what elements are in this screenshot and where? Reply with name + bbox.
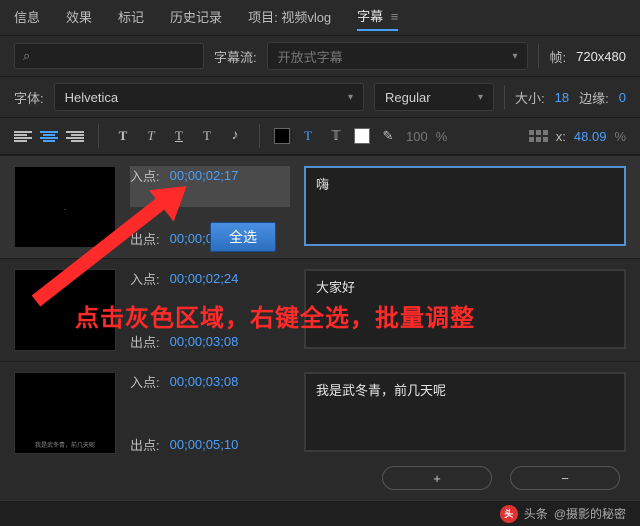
chevron-down-icon: ▾	[348, 92, 353, 103]
caption-text-input[interactable]: 我是武冬青，前几天呢	[304, 372, 626, 452]
search-icon: ⌕	[23, 48, 30, 64]
frame-label: 帧:	[549, 47, 566, 66]
style-group: T T T T ♪	[113, 126, 245, 146]
tab-history[interactable]: 历史记录	[170, 7, 222, 30]
text-color-icon[interactable]: T	[298, 126, 318, 146]
font-size-label: 大小:	[515, 88, 545, 107]
in-value[interactable]: 00;00;02;24	[170, 271, 239, 286]
attribution-footer: 头 头条 @摄影的秘密	[0, 500, 640, 526]
out-label: 出点:	[130, 435, 160, 454]
divider	[259, 124, 260, 148]
align-left-icon[interactable]	[14, 130, 32, 143]
tab-captions[interactable]: 字幕 ≡	[357, 6, 398, 31]
align-right-icon[interactable]	[66, 130, 84, 143]
align-group	[14, 130, 84, 143]
x-value[interactable]: 48.09	[574, 129, 607, 144]
outline-text-icon[interactable]: T	[197, 126, 217, 146]
chevron-down-icon: ▾	[478, 92, 483, 103]
font-family-dropdown[interactable]: Helvetica ▾	[54, 83, 364, 111]
tab-effects[interactable]: 效果	[66, 7, 92, 30]
search-input[interactable]: ⌕	[14, 43, 204, 69]
toutiao-logo-icon: 头	[500, 505, 518, 523]
out-label: 出点:	[130, 229, 160, 248]
anchor-grid-icon[interactable]	[529, 130, 548, 142]
panel-tabs: 信息 效果 标记 历史记录 项目: 视频vlog 字幕 ≡	[0, 0, 640, 36]
in-label: 入点:	[130, 372, 160, 391]
bottom-actions: + −	[0, 458, 640, 498]
tab-menu-icon[interactable]: ≡	[387, 9, 398, 24]
caption-stream-value: 开放式字幕	[278, 47, 343, 66]
font-weight-value: Regular	[385, 90, 431, 105]
bold-icon[interactable]: T	[113, 126, 133, 146]
out-value[interactable]: 00;00;05;10	[170, 437, 239, 452]
text-outline-icon[interactable]: 𝕋	[326, 126, 346, 146]
attribution-author: @摄影的秘密	[554, 505, 626, 522]
x-label: x:	[556, 129, 566, 144]
in-value[interactable]: 00;00;02;17	[170, 168, 239, 183]
music-note-icon[interactable]: ♪	[225, 126, 245, 146]
x-unit: %	[614, 129, 626, 144]
bg-color-swatch[interactable]	[274, 128, 290, 144]
out-value[interactable]: 00;00;03;08	[170, 334, 239, 349]
edge-value[interactable]: 0	[619, 90, 626, 105]
caption-item[interactable]: 我是武冬青，前几天呢 入点: 00;00;03;08 出点: 00;00;05;10…	[0, 361, 640, 464]
caption-stream-label: 字幕流:	[214, 47, 257, 66]
eyedropper-icon[interactable]: ✎	[378, 126, 398, 146]
frame-value: 720x480	[576, 49, 626, 64]
caption-thumbnail[interactable]: 我是武冬青，前几天呢	[14, 372, 116, 454]
edge-label: 边缘:	[579, 88, 609, 107]
caption-text-input[interactable]: 嗨	[304, 166, 626, 246]
in-value[interactable]: 00;00;03;08	[170, 374, 239, 389]
in-label: 入点:	[130, 166, 160, 185]
tab-project[interactable]: 项目: 视频vlog	[248, 7, 331, 30]
position-group: x: 48.09 %	[529, 129, 626, 144]
out-label: 出点:	[130, 332, 160, 351]
divider	[98, 124, 99, 148]
font-label: 字体:	[14, 88, 44, 107]
caption-thumbnail[interactable]: ·	[14, 166, 116, 248]
text-color-swatch[interactable]	[354, 128, 370, 144]
underline-icon[interactable]: T	[169, 126, 189, 146]
font-row: 字体: Helvetica ▾ Regular ▾ 大小: 18 边缘: 0	[0, 77, 640, 118]
divider	[504, 85, 505, 109]
attribution-source: 头条	[524, 505, 548, 522]
caption-times[interactable]: 入点: 00;00;03;08 出点: 00;00;05;10	[130, 372, 290, 454]
context-menu-select-all[interactable]: 全选	[210, 222, 276, 252]
divider	[538, 44, 539, 68]
caption-stream-dropdown[interactable]: 开放式字幕 ▾	[267, 42, 529, 70]
font-weight-dropdown[interactable]: Regular ▾	[374, 83, 494, 111]
font-family-value: Helvetica	[65, 90, 118, 105]
caption-item[interactable]: · 入点:00;00;02;17 出点:00;00;02 嗨	[0, 155, 640, 258]
italic-icon[interactable]: T	[141, 126, 161, 146]
opacity-value[interactable]: 100	[406, 129, 428, 144]
text-toolbar: T T T T ♪ T 𝕋 ✎ 100 % x: 48.09 %	[0, 118, 640, 155]
tab-markers[interactable]: 标记	[118, 7, 144, 30]
add-caption-button[interactable]: +	[382, 466, 492, 490]
annotation-text: 点击灰色区域，右键全选，批量调整	[75, 298, 475, 333]
align-center-icon[interactable]	[40, 130, 58, 143]
fill-group: T 𝕋 ✎ 100 %	[274, 126, 447, 146]
remove-caption-button[interactable]: −	[510, 466, 620, 490]
chevron-down-icon: ▾	[512, 51, 517, 62]
font-size-value[interactable]: 18	[555, 90, 569, 105]
in-label: 入点:	[130, 269, 160, 288]
opacity-unit: %	[436, 129, 448, 144]
search-row: ⌕ 字幕流: 开放式字幕 ▾ 帧: 720x480	[0, 36, 640, 77]
tab-info[interactable]: 信息	[14, 7, 40, 30]
